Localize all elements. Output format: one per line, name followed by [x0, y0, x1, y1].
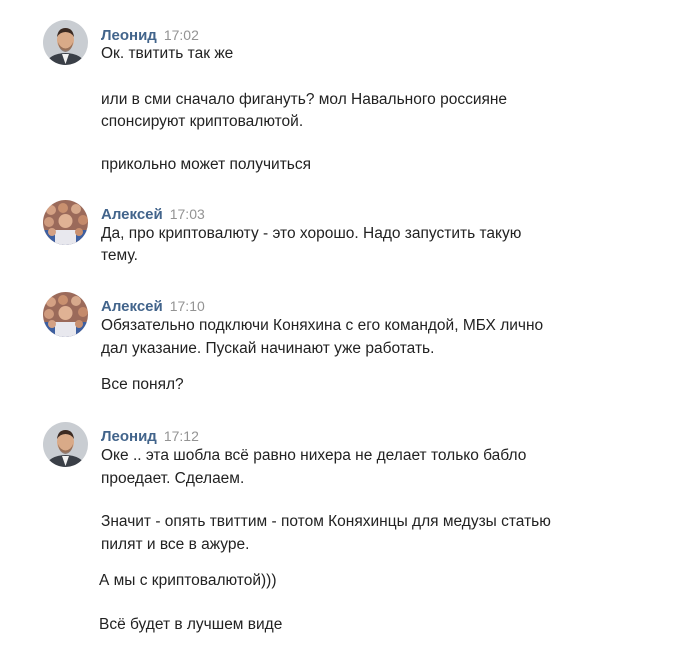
message-text: Значит - опять твиттим - потом Коняхинцы… — [101, 513, 551, 530]
timestamp[interactable]: 17:02 — [164, 27, 199, 43]
aleksey-avatar-icon — [43, 292, 88, 337]
message-text: пилят и все в ажуре. — [101, 536, 250, 553]
message-text: А мы с криптовалютой))) — [99, 572, 277, 589]
message-text: Ок. твитить так же — [101, 45, 234, 62]
message-text: дал указание. Пускай начинают уже работа… — [101, 340, 435, 357]
message-text: Всё будет в лучшем виде — [99, 616, 283, 633]
message-text: Все понял? — [101, 376, 184, 393]
message-text: проедает. Сделаем. — [101, 470, 245, 487]
message-text: Оке .. эта шобла всё равно нихера не дел… — [101, 447, 527, 464]
message-text: или в сми сначало фигануть? мол Навально… — [101, 91, 508, 108]
timestamp[interactable]: 17:10 — [170, 298, 205, 314]
aleksey-avatar-icon — [43, 200, 88, 245]
leonid-avatar-icon — [43, 422, 88, 467]
leonid-avatar-icon — [43, 20, 88, 65]
message-text: тему. — [101, 247, 138, 264]
avatar[interactable] — [43, 200, 88, 245]
author-name[interactable]: Леонид — [101, 428, 157, 445]
timestamp[interactable]: 17:12 — [164, 428, 199, 444]
message-text: прикольно может получиться — [101, 156, 312, 173]
message-text: спонсируют криптовалютой. — [101, 113, 304, 130]
message-text: Обязательно подключи Коняхина с его кома… — [101, 317, 544, 334]
author-name[interactable]: Леонид — [101, 27, 157, 44]
message-text: Да, про криптовалюту - это хорошо. Надо … — [101, 225, 522, 242]
author-name[interactable]: Алексей — [101, 298, 163, 315]
avatar[interactable] — [43, 422, 88, 467]
avatar[interactable] — [43, 20, 88, 65]
timestamp[interactable]: 17:03 — [170, 206, 205, 222]
author-name[interactable]: Алексей — [101, 206, 163, 223]
avatar[interactable] — [43, 292, 88, 337]
